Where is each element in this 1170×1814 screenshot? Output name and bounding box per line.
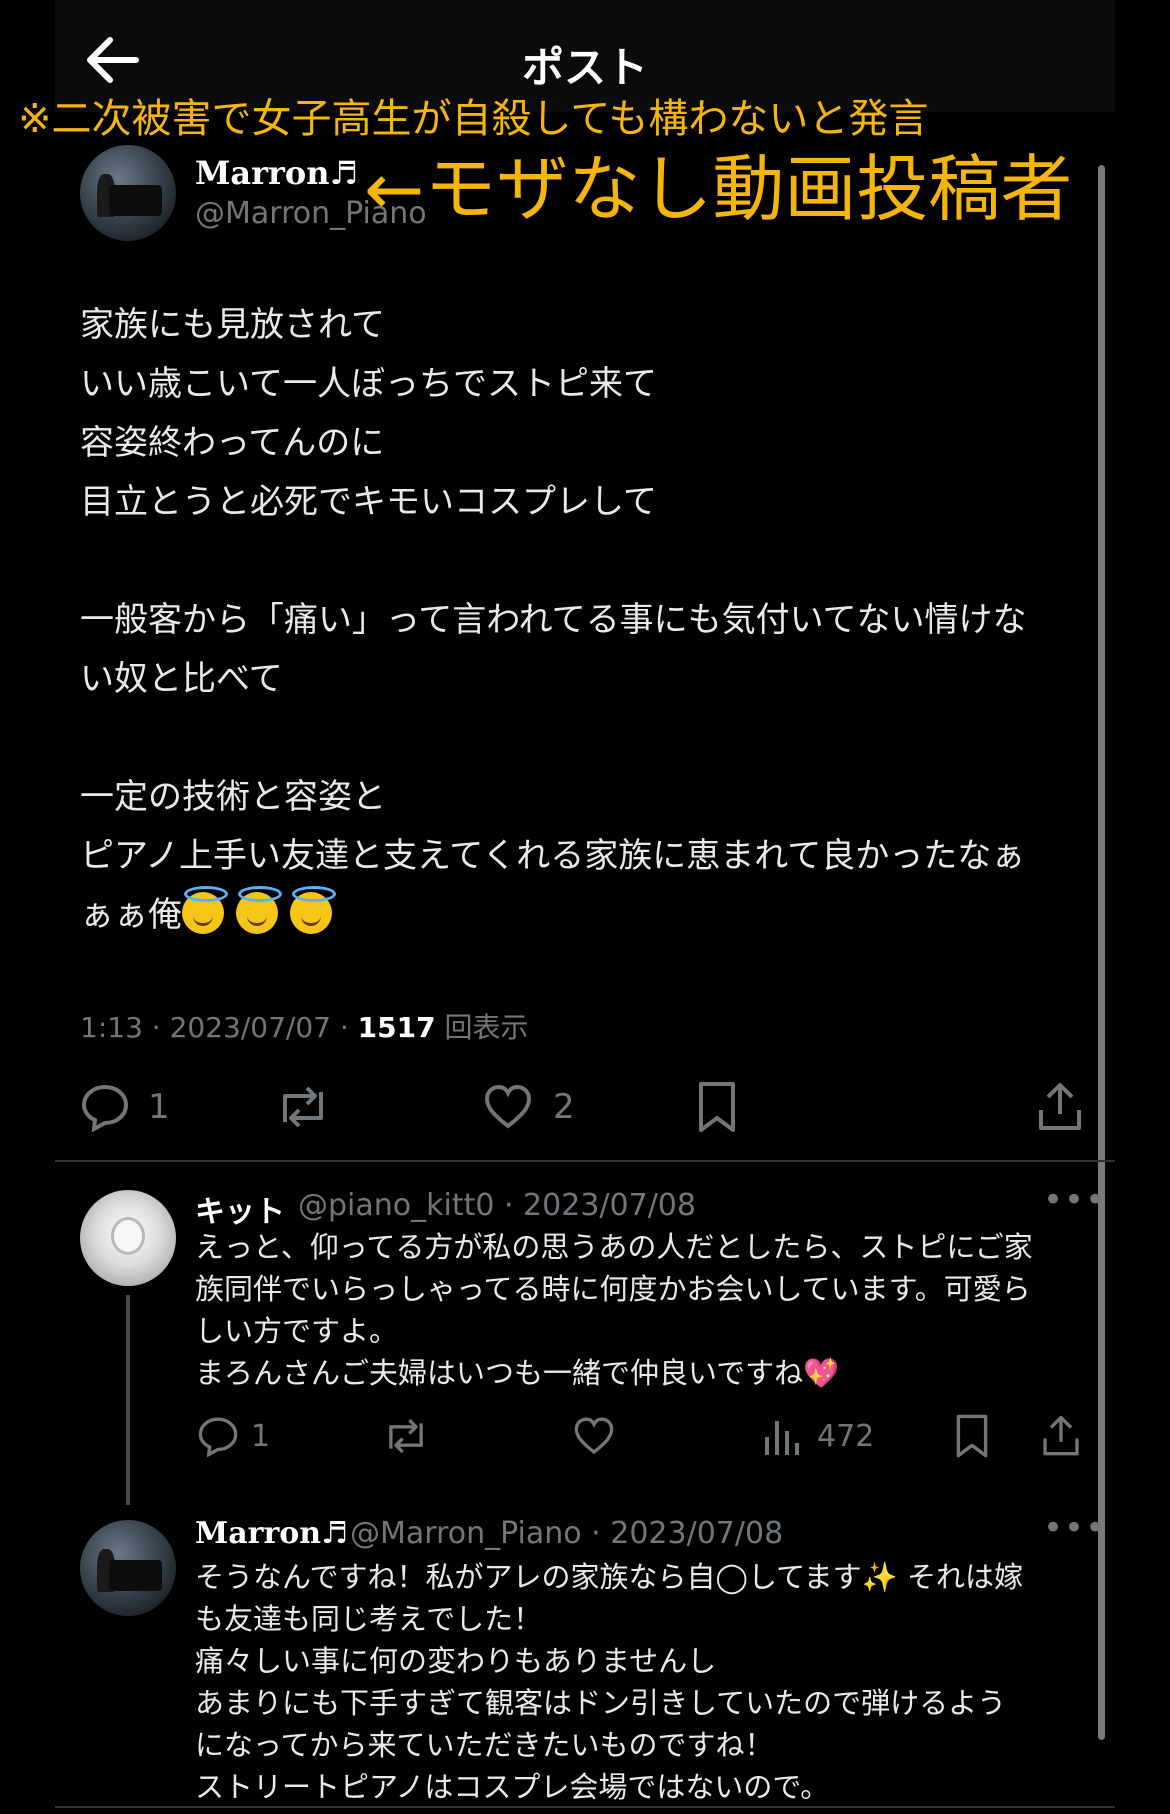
avatar[interactable]: [80, 1520, 176, 1616]
share-icon: [1039, 1083, 1081, 1130]
scrollbar[interactable]: [1098, 165, 1105, 1740]
sparkling-heart-icon: 💖: [803, 1356, 840, 1390]
repost-button[interactable]: [275, 1082, 331, 1132]
more-options-icon[interactable]: •••: [1043, 1508, 1106, 1548]
reply-author-name[interactable]: キット: [195, 1187, 285, 1231]
post-meta: 1:13 · 2023/07/07 · 1517 回表示: [80, 1011, 529, 1044]
bookmark-icon: [956, 1414, 988, 1458]
author-name[interactable]: Marron♬: [195, 154, 358, 192]
post-line: 目立とうと必死でキモいコスプレして: [80, 482, 657, 522]
post-line-last: ぁぁ俺: [80, 886, 1090, 945]
post-line-blank: [80, 532, 1090, 591]
post-line: いい歳こいて一人ぼっちでストピ来て: [80, 364, 657, 404]
more-options-icon[interactable]: •••: [1043, 1180, 1106, 1220]
heart-icon: [484, 1084, 532, 1129]
avatar[interactable]: [80, 1190, 176, 1286]
reply-body: えっと、仰ってる方が私の思うあの人だとしたら、ストピにご家 族同伴でいらっしゃっ…: [195, 1230, 1033, 1390]
post-line: 家族にも見放されて: [80, 305, 385, 345]
post-line: ピアノ上手い友達と支えてくれる家族に恵まれて良かったなぁ: [80, 836, 1026, 876]
repost-icon: [389, 1418, 423, 1454]
reply-icon: [81, 1084, 129, 1132]
post-line: 容姿終わってんのに: [80, 423, 385, 463]
bookmark-button[interactable]: [953, 1413, 991, 1459]
repost-button[interactable]: [382, 1415, 430, 1457]
share-button[interactable]: [1035, 1080, 1085, 1134]
post-line-blank: [80, 709, 1090, 768]
share-button[interactable]: [1040, 1413, 1082, 1459]
share-icon: [1043, 1415, 1079, 1456]
post-line: 一定の技術と容姿と: [80, 777, 386, 817]
post-line: 一般客から「痛い」って言われてる事にも気付いてない情けな: [80, 600, 1027, 640]
analytics-icon: [765, 1421, 799, 1455]
halo-emoji-icon: [182, 886, 228, 934]
reply-author-handle[interactable]: @Marron_Piano · 2023/07/08: [350, 1516, 783, 1551]
halo-emoji-icon: [236, 886, 282, 934]
like-button[interactable]: [573, 1415, 615, 1457]
bookmark-button[interactable]: [695, 1080, 739, 1134]
reply-icon: [198, 1417, 238, 1457]
uploader-annotation: ←モザなし動画投稿者: [364, 147, 1073, 231]
avatar[interactable]: [80, 145, 176, 241]
sparkles-icon: ✨: [861, 1560, 898, 1594]
reply-author-name[interactable]: Marron♬: [195, 1516, 348, 1551]
post-line: い奴と比べて: [80, 659, 283, 699]
reply-button[interactable]: 1: [80, 1082, 170, 1132]
halo-emoji-icon: [290, 886, 336, 934]
divider: [55, 1806, 1115, 1808]
like-button[interactable]: 2: [483, 1082, 575, 1132]
repost-icon: [283, 1086, 323, 1128]
reply-body: そうなんですね！私がアレの家族なら自◯してます✨ それは嫁 も友達も同じ考えでし…: [195, 1560, 1024, 1804]
reply-button[interactable]: 1: [197, 1415, 270, 1457]
heart-icon: [574, 1417, 614, 1455]
views-button[interactable]: 472: [763, 1415, 874, 1457]
divider: [55, 1160, 1115, 1162]
post-actions: 1 2: [80, 1080, 1090, 1140]
thread-line: [126, 1295, 130, 1505]
reply-author-handle[interactable]: @piano_kitt0 · 2023/07/08: [298, 1188, 696, 1223]
bookmark-icon: [699, 1082, 735, 1132]
post-body: 家族にも見放されて いい歳こいて一人ぼっちでストピ来て 容姿終わってんのに 目立…: [80, 296, 1090, 945]
view-count: 1517: [357, 1011, 436, 1044]
